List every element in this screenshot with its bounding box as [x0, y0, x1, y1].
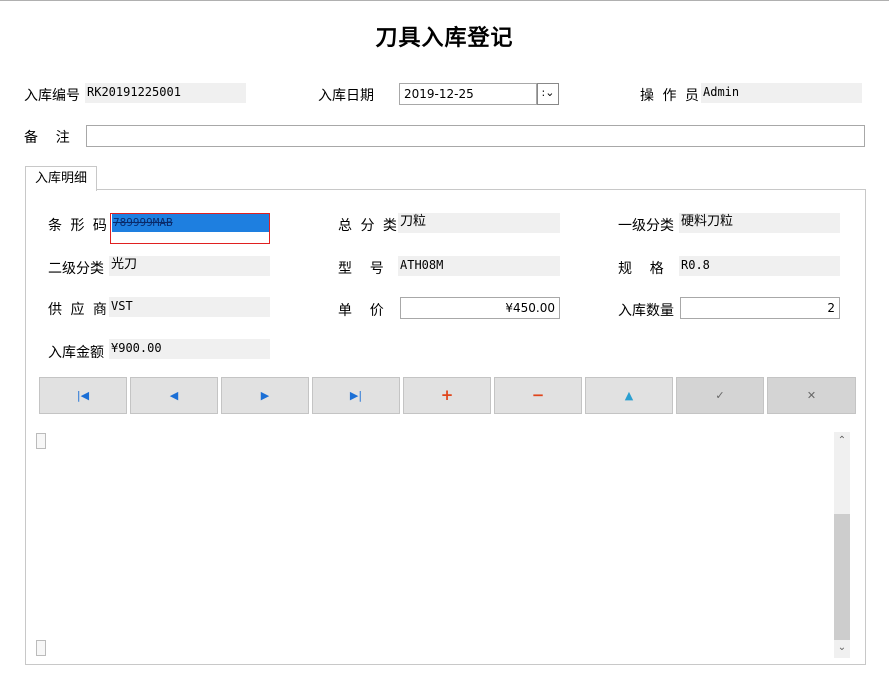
price-input[interactable]: ¥450.00 — [400, 297, 560, 319]
amount-value: ¥900.00 — [109, 339, 270, 359]
plus-icon: + — [440, 386, 454, 404]
nav-prior-button[interactable]: ◀ — [130, 377, 218, 414]
checkmark-icon: ✓ — [715, 389, 725, 402]
remark-label: 备 注 — [24, 130, 70, 146]
edit-triangle-icon: ▲ — [624, 389, 634, 402]
nav-insert-button[interactable]: + — [403, 377, 491, 414]
nav-first-button[interactable]: |◀ — [39, 377, 127, 414]
entry-date-field[interactable]: 2019-12-25 — [399, 83, 537, 105]
barcode-label: 条 形 码 — [48, 218, 109, 234]
quantity-input[interactable]: 2 — [680, 297, 840, 319]
next-record-icon: ▶ — [260, 389, 270, 402]
chevron-down-icon: ⌄ — [545, 86, 555, 99]
scroll-down-icon[interactable]: ⌄ — [834, 640, 850, 656]
close-icon: ✕ — [806, 389, 817, 402]
quantity-label: 入库数量 — [618, 303, 674, 319]
level2-value: 光刀 — [109, 256, 270, 276]
supplier-label: 供 应 商 — [48, 302, 109, 318]
supplier-value: VST — [109, 297, 270, 317]
model-label: 型 号 — [338, 261, 384, 277]
operator-label: 操 作 员 — [640, 88, 701, 104]
nav-cancel-button[interactable]: ✕ — [767, 377, 856, 414]
nav-post-button[interactable]: ✓ — [676, 377, 764, 414]
entry-no-label: 入库编号 — [24, 88, 80, 104]
spec-label: 规 格 — [618, 261, 664, 277]
category-value: 刀粒 — [398, 213, 560, 233]
nav-last-button[interactable]: ▶| — [312, 377, 400, 414]
spec-value: R0.8 — [679, 256, 840, 276]
category-label: 总 分 类 — [338, 218, 399, 234]
operator-value: Admin — [701, 83, 862, 103]
nav-next-button[interactable]: ▶ — [221, 377, 309, 414]
date-dropdown-button[interactable]: :⌄ — [537, 83, 559, 105]
level1-label: 一级分类 — [618, 218, 674, 234]
first-record-icon: |◀ — [76, 389, 90, 402]
grid-row-indicator-top[interactable] — [36, 433, 46, 449]
nav-edit-button[interactable]: ▲ — [585, 377, 673, 414]
level2-label: 二级分类 — [48, 261, 104, 277]
tab-detail[interactable]: 入库明细 — [25, 166, 97, 191]
last-record-icon: ▶| — [349, 389, 363, 402]
scrollbar-thumb[interactable] — [834, 514, 850, 640]
remark-input[interactable] — [86, 125, 865, 147]
entry-no-value: RK20191225001 — [85, 83, 246, 103]
window-top-border — [0, 0, 889, 1]
level1-value: 硬料刀粒 — [679, 213, 840, 233]
entry-date-label: 入库日期 — [318, 88, 374, 104]
grid-row-indicator-bottom[interactable] — [36, 640, 46, 656]
nav-delete-button[interactable]: − — [494, 377, 582, 414]
amount-label: 入库金额 — [48, 345, 104, 361]
prior-record-icon: ◀ — [169, 389, 179, 402]
barcode-input[interactable]: 789999MAB — [112, 214, 269, 232]
model-value: ATH08M — [398, 256, 560, 276]
scroll-up-icon[interactable]: ⌃ — [834, 433, 850, 449]
page-title: 刀具入库登记 — [375, 25, 514, 51]
price-label: 单 价 — [338, 303, 384, 319]
minus-icon: − — [531, 386, 545, 404]
